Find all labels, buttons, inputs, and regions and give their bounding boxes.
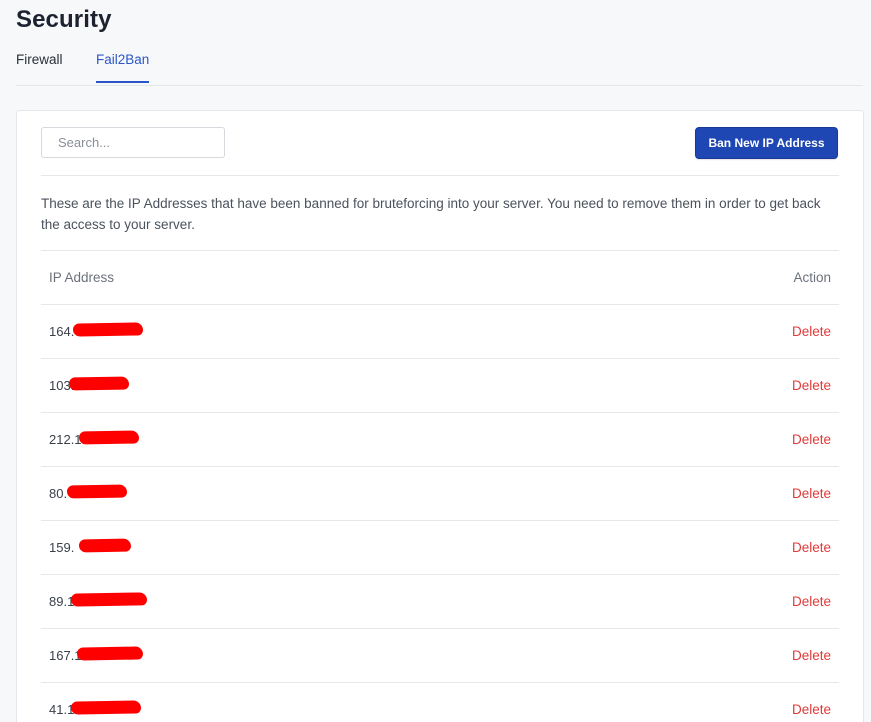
page-title: Security xyxy=(16,6,112,33)
table-row: 103. Delete xyxy=(41,359,839,413)
delete-link[interactable]: Delete xyxy=(792,378,831,393)
search-input[interactable] xyxy=(41,127,225,158)
delete-link[interactable]: Delete xyxy=(792,324,831,339)
security-page: Security Firewall Fail2Ban Ban New IP Ad… xyxy=(0,0,871,722)
divider xyxy=(41,175,839,176)
column-header-ip-address: IP Address xyxy=(49,270,115,285)
redaction-mark xyxy=(68,376,130,391)
column-header-action: Action xyxy=(793,270,831,285)
delete-link[interactable]: Delete xyxy=(792,540,831,555)
delete-link[interactable]: Delete xyxy=(792,648,831,663)
redaction-mark xyxy=(78,538,132,553)
ip-address-cell: 80. xyxy=(49,486,68,501)
table-row: 212.1 Delete xyxy=(41,413,839,467)
banned-ip-table: IP Address Action 164. Delete 103. Delet… xyxy=(41,250,839,722)
table-row: 80. Delete xyxy=(41,467,839,521)
redaction-mark xyxy=(76,646,144,661)
tab-bar: Firewall Fail2Ban xyxy=(16,40,863,86)
redaction-mark xyxy=(66,484,128,499)
redaction-mark xyxy=(78,430,140,445)
ban-new-ip-button[interactable]: Ban New IP Address xyxy=(695,127,838,159)
redaction-mark xyxy=(70,700,142,715)
delete-link[interactable]: Delete xyxy=(792,432,831,447)
delete-link[interactable]: Delete xyxy=(792,486,831,501)
description-text: These are the IP Addresses that have bee… xyxy=(41,196,821,232)
table-row: 164. Delete xyxy=(41,305,839,359)
table-row: 167.1 Delete xyxy=(41,629,839,683)
table-row: 89.1 Delete xyxy=(41,575,839,629)
redaction-mark xyxy=(72,322,144,337)
ip-address-cell: 212.1 xyxy=(49,432,82,447)
table-row: 159. Delete xyxy=(41,521,839,575)
delete-link[interactable]: Delete xyxy=(792,594,831,609)
ip-address-cell: 159. xyxy=(49,540,75,555)
tab-firewall[interactable]: Firewall xyxy=(16,52,63,81)
tab-fail2ban[interactable]: Fail2Ban xyxy=(96,52,150,83)
table-row: 41.1 Delete xyxy=(41,683,839,722)
fail2ban-card: Ban New IP Address These are the IP Addr… xyxy=(16,110,864,722)
table-header: IP Address Action xyxy=(41,250,839,305)
ip-address-cell: 164. xyxy=(49,324,75,339)
delete-link[interactable]: Delete xyxy=(792,702,831,717)
redaction-mark xyxy=(70,592,148,607)
